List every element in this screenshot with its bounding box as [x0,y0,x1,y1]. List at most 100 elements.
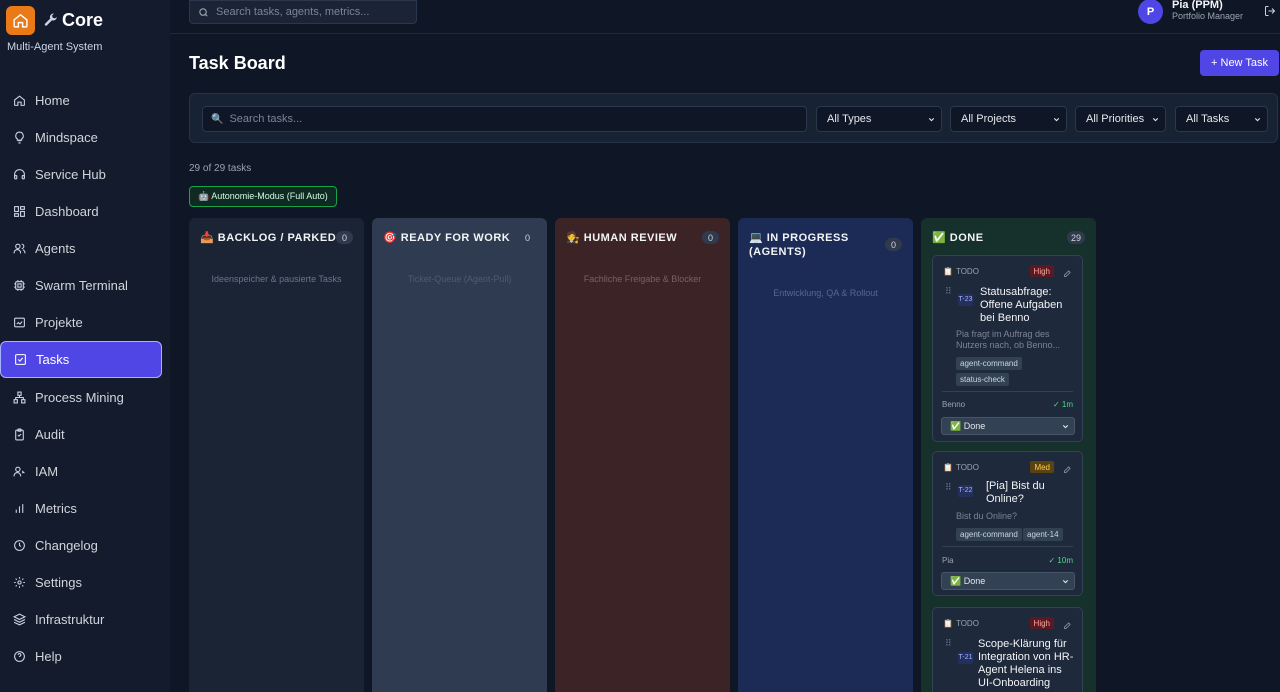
sidebar-item-tasks[interactable]: Tasks [0,341,162,378]
user-name: Pia (PPM) [1172,0,1223,11]
sidebar-item-home[interactable]: Home [0,82,162,119]
card-status: 📋 TODO [943,463,979,472]
search-icon [199,7,208,17]
column-in-progress: 💻 IN PROGRESS (AGENTS) 0 Entwicklung, QA… [738,218,913,692]
sidebar-item-process-mining[interactable]: Process Mining [0,379,162,416]
column-description: Ideenspeicher & pausierte Tasks [211,274,342,284]
task-id-badge: T-22 [958,485,973,497]
column-title: 💻 IN PROGRESS (AGENTS) [749,232,849,258]
card-title: Statusabfrage: Offene Aufgaben bei Benno [980,286,1063,324]
layers-icon [12,613,26,627]
page-title: Task Board [189,53,286,73]
card-title: Scope-Klärung für Integration von HR-Age… [978,638,1074,689]
task-card[interactable]: 📋 TODO High ⠿ T-23 Statusabfrage: Offene … [932,255,1083,442]
clipboard-icon: 📋 [943,267,953,276]
global-search-input[interactable] [216,6,406,18]
search-icon: 🔍 [211,113,224,125]
tag: agent-command [956,357,1022,370]
users-icon [12,242,26,256]
sidebar-item-audit[interactable]: Audit [0,416,162,453]
column-description: Fachliche Freigabe & Blocker [583,274,702,284]
drag-handle-icon[interactable]: ⠿ [945,286,952,297]
column-count: 0 [885,238,902,251]
duration: ✓ 1m [1052,400,1073,409]
column-description: Entwicklung, QA & Rollout [773,288,878,298]
assignee: Benno [942,400,966,409]
priority-badge: High [1029,617,1054,629]
column-count: 0 [702,231,719,244]
chevron-down-icon [1062,579,1069,584]
lightbulb-icon [12,131,26,145]
priority-badge: Med [1030,461,1054,473]
user-role: Portfolio Manager [1172,11,1244,21]
avatar[interactable]: P [1138,0,1163,24]
brand[interactable]: Core [6,6,103,35]
sidebar-item-metrics[interactable]: Metrics [0,490,162,527]
sidebar-item-mindspace[interactable]: Mindspace [0,119,162,156]
chevron-down-icon [1053,117,1060,122]
sidebar-item-settings[interactable]: Settings [0,564,162,601]
sidebar-item-iam[interactable]: IAM [0,453,162,490]
status-select[interactable]: ✅ Done [941,417,1075,435]
sidebar-item-service-hub[interactable]: Service Hub [0,156,162,193]
task-count: 29 of 29 tasks [189,163,252,174]
dashboard-icon [12,205,26,219]
help-icon [12,650,26,664]
home-logo-icon [6,6,35,35]
task-card[interactable]: 📋 TODO Med ⠿ T-22 [Pia] Bist du Online? B… [932,451,1083,596]
sidebar-item-agents[interactable]: Agents [0,230,162,267]
column-done: ✅ DONE 29 📋 TODO High ⠿ T-23 Statusabfrag… [921,218,1096,692]
new-task-button[interactable]: + New Task [1200,50,1279,76]
status-select[interactable]: ✅ Done [941,572,1075,590]
cpu-icon [12,279,26,293]
chevron-down-icon [1152,117,1159,122]
priority-badge: High [1029,265,1054,277]
edit-icon[interactable] [1063,461,1072,479]
sidebar-item-changelog[interactable]: Changelog [0,527,162,564]
tag: agent-command [956,528,1022,541]
gear-icon [12,576,26,590]
sidebar-item-swarm-terminal[interactable]: Swarm Terminal [0,267,162,304]
column-title: 🎯 READY FOR WORK [383,232,511,244]
column-backlog: 📥 BACKLOG / PARKED 0 Ideenspeicher & pau… [189,218,364,692]
task-search-input[interactable] [229,113,790,125]
type-filter-select[interactable]: All Types [816,106,942,132]
edit-icon[interactable] [1063,265,1072,283]
topbar: P Pia (PPM) Portfolio Manager [170,0,1280,34]
edit-icon[interactable] [1063,617,1072,635]
logout-icon[interactable] [1264,4,1276,22]
column-count: 0 [524,232,530,243]
global-search[interactable] [189,0,417,24]
headset-icon [12,168,26,182]
drag-handle-icon[interactable]: ⠿ [945,638,952,649]
assignee: Pia [942,556,954,565]
checkbox-icon [13,353,27,367]
sidebar-item-projekte[interactable]: Projekte [0,304,162,341]
clipboard-icon [12,428,26,442]
clock-icon [12,539,26,553]
task-search[interactable]: 🔍 [202,106,807,132]
task-id-badge: T-23 [958,294,973,306]
task-card[interactable]: 📋 TODO High ⠿ T-21 Scope-Klärung für Inte… [932,607,1083,692]
card-description: Pia fragt im Auftrag des Nutzers nach, o… [956,329,1061,350]
folder-icon [12,316,26,330]
column-description: Ticket-Queue (Agent-Pull) [407,274,512,284]
brand-subtitle: Multi-Agent System [7,41,103,53]
column-count: 29 [1066,231,1085,244]
clipboard-icon: 📋 [943,619,953,628]
column-human-review: 🧑‍⚖️ HUMAN REVIEW 0 Fachliche Freigabe &… [555,218,730,692]
tag: agent-14 [1023,528,1063,541]
sidebar-item-dashboard[interactable]: Dashboard [0,193,162,230]
sidebar-item-help[interactable]: Help [0,638,162,675]
task-scope-filter-select[interactable]: All Tasks [1175,106,1268,132]
sidebar: Core Multi-Agent System Home Mindspace S… [0,0,170,692]
sidebar-item-infrastruktur[interactable]: Infrastruktur [0,601,162,638]
project-filter-select[interactable]: All Projects [950,106,1067,132]
column-ready-for-work: 🎯 READY FOR WORK 0 Ticket-Queue (Agent-P… [372,218,547,692]
priority-filter-select[interactable]: All Priorities [1075,106,1166,132]
tag: status-check [956,373,1009,386]
autonomy-mode-badge[interactable]: 🤖 Autonomie-Modus (Full Auto) [189,186,337,207]
home-icon [12,94,26,108]
user-menu[interactable]: P Pia (PPM) Portfolio Manager [1138,0,1243,24]
drag-handle-icon[interactable]: ⠿ [945,482,952,493]
